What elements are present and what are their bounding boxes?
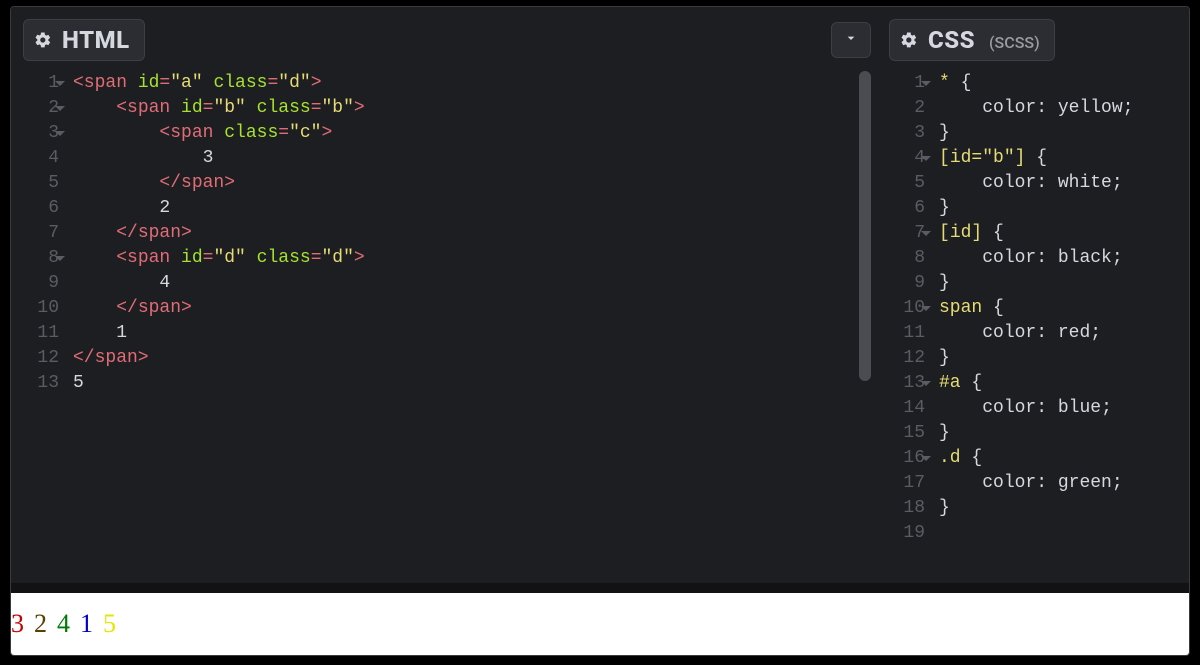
- code-line[interactable]: <span class="c">: [73, 121, 871, 146]
- pane-css: CSS (SCSS) 12345678910111213141516171819…: [889, 19, 1177, 583]
- code-line[interactable]: </span>: [73, 346, 871, 371]
- pane-html-title: HTML: [62, 26, 130, 54]
- code-line[interactable]: <span id="d" class="d">: [73, 246, 871, 271]
- pane-css-subtitle: (SCSS): [989, 33, 1040, 54]
- line-number: 1: [23, 71, 59, 96]
- line-number: 8: [889, 246, 925, 271]
- line-number: 11: [23, 321, 59, 346]
- code-html[interactable]: <span id="a" class="d"> <span id="b" cla…: [67, 71, 871, 583]
- line-number: 10: [23, 296, 59, 321]
- code-line[interactable]: color: black;: [939, 246, 1177, 271]
- code-line[interactable]: <span id="b" class="b">: [73, 96, 871, 121]
- code-line[interactable]: 3: [73, 146, 871, 171]
- code-line[interactable]: span {: [939, 296, 1177, 321]
- line-number: 15: [889, 421, 925, 446]
- line-number: 9: [889, 271, 925, 296]
- line-number: 11: [889, 321, 925, 346]
- code-line[interactable]: <span id="a" class="d">: [73, 71, 871, 96]
- line-number: 13: [889, 371, 925, 396]
- pane-divider[interactable]: [11, 583, 1189, 593]
- editor-css[interactable]: 12345678910111213141516171819 * { color:…: [889, 71, 1177, 583]
- pane-css-header: CSS (SCSS): [889, 19, 1177, 61]
- pane-html-header: HTML: [23, 19, 871, 61]
- line-number: 12: [23, 346, 59, 371]
- line-number: 9: [23, 271, 59, 296]
- line-number: 3: [889, 121, 925, 146]
- code-line[interactable]: }: [939, 271, 1177, 296]
- code-line[interactable]: [id="b"] {: [939, 146, 1177, 171]
- code-line[interactable]: 4: [73, 271, 871, 296]
- code-line[interactable]: }: [939, 421, 1177, 446]
- code-line[interactable]: color: blue;: [939, 396, 1177, 421]
- code-line[interactable]: [id] {: [939, 221, 1177, 246]
- editor-html[interactable]: 12345678910111213 <span id="a" class="d"…: [23, 71, 871, 583]
- line-number: 7: [889, 221, 925, 246]
- editor-panes: HTML 12345678910111213 <span id="a" clas…: [11, 7, 1189, 583]
- code-css[interactable]: * { color: yellow;}[id="b"] { color: whi…: [933, 71, 1177, 583]
- line-number: 2: [889, 96, 925, 121]
- code-line[interactable]: </span>: [73, 221, 871, 246]
- line-number: 3: [23, 121, 59, 146]
- code-line[interactable]: color: yellow;: [939, 96, 1177, 121]
- output-preview: 32415: [11, 593, 1189, 655]
- pane-css-title: CSS: [928, 26, 975, 54]
- code-line[interactable]: 1: [73, 321, 871, 346]
- line-number: 2: [23, 96, 59, 121]
- line-number: 17: [889, 471, 925, 496]
- line-number: 5: [889, 171, 925, 196]
- chevron-down-icon: [843, 30, 859, 50]
- line-number: 12: [889, 346, 925, 371]
- line-number: 6: [889, 196, 925, 221]
- code-line[interactable]: 5: [73, 371, 871, 396]
- output-char: 5: [103, 609, 116, 639]
- scrollbar-v[interactable]: [859, 71, 871, 381]
- code-line[interactable]: }: [939, 196, 1177, 221]
- pane-html-dropdown[interactable]: [831, 22, 871, 58]
- line-number: 4: [23, 146, 59, 171]
- line-number: 7: [23, 221, 59, 246]
- line-number: 8: [23, 246, 59, 271]
- gear-icon: [34, 31, 52, 49]
- line-number: 13: [23, 371, 59, 396]
- line-number: 18: [889, 496, 925, 521]
- line-number: 6: [23, 196, 59, 221]
- code-line[interactable]: * {: [939, 71, 1177, 96]
- code-line[interactable]: #a {: [939, 371, 1177, 396]
- gutter-css: 12345678910111213141516171819: [889, 71, 933, 583]
- code-line[interactable]: </span>: [73, 171, 871, 196]
- pane-css-title-pill[interactable]: CSS (SCSS): [889, 19, 1055, 61]
- gutter-html: 12345678910111213: [23, 71, 67, 583]
- app-frame: HTML 12345678910111213 <span id="a" clas…: [10, 6, 1190, 656]
- line-number: 16: [889, 446, 925, 471]
- pane-html: HTML 12345678910111213 <span id="a" clas…: [23, 19, 871, 583]
- code-line[interactable]: .d {: [939, 446, 1177, 471]
- code-line[interactable]: color: green;: [939, 471, 1177, 496]
- code-line[interactable]: }: [939, 121, 1177, 146]
- output-char: 4: [57, 609, 70, 639]
- code-line[interactable]: 2: [73, 196, 871, 221]
- line-number: 10: [889, 296, 925, 321]
- code-line[interactable]: }: [939, 346, 1177, 371]
- output-char: 3: [11, 609, 24, 639]
- code-line[interactable]: </span>: [73, 296, 871, 321]
- code-line[interactable]: color: white;: [939, 171, 1177, 196]
- line-number: 14: [889, 396, 925, 421]
- gear-icon: [900, 31, 918, 49]
- code-line[interactable]: color: red;: [939, 321, 1177, 346]
- line-number: 4: [889, 146, 925, 171]
- code-line[interactable]: }: [939, 496, 1177, 521]
- line-number: 19: [889, 521, 925, 546]
- output-char: 2: [34, 609, 47, 639]
- output-char: 1: [80, 609, 93, 639]
- code-line[interactable]: [939, 521, 1177, 546]
- line-number: 1: [889, 71, 925, 96]
- line-number: 5: [23, 171, 59, 196]
- pane-html-title-pill[interactable]: HTML: [23, 19, 145, 61]
